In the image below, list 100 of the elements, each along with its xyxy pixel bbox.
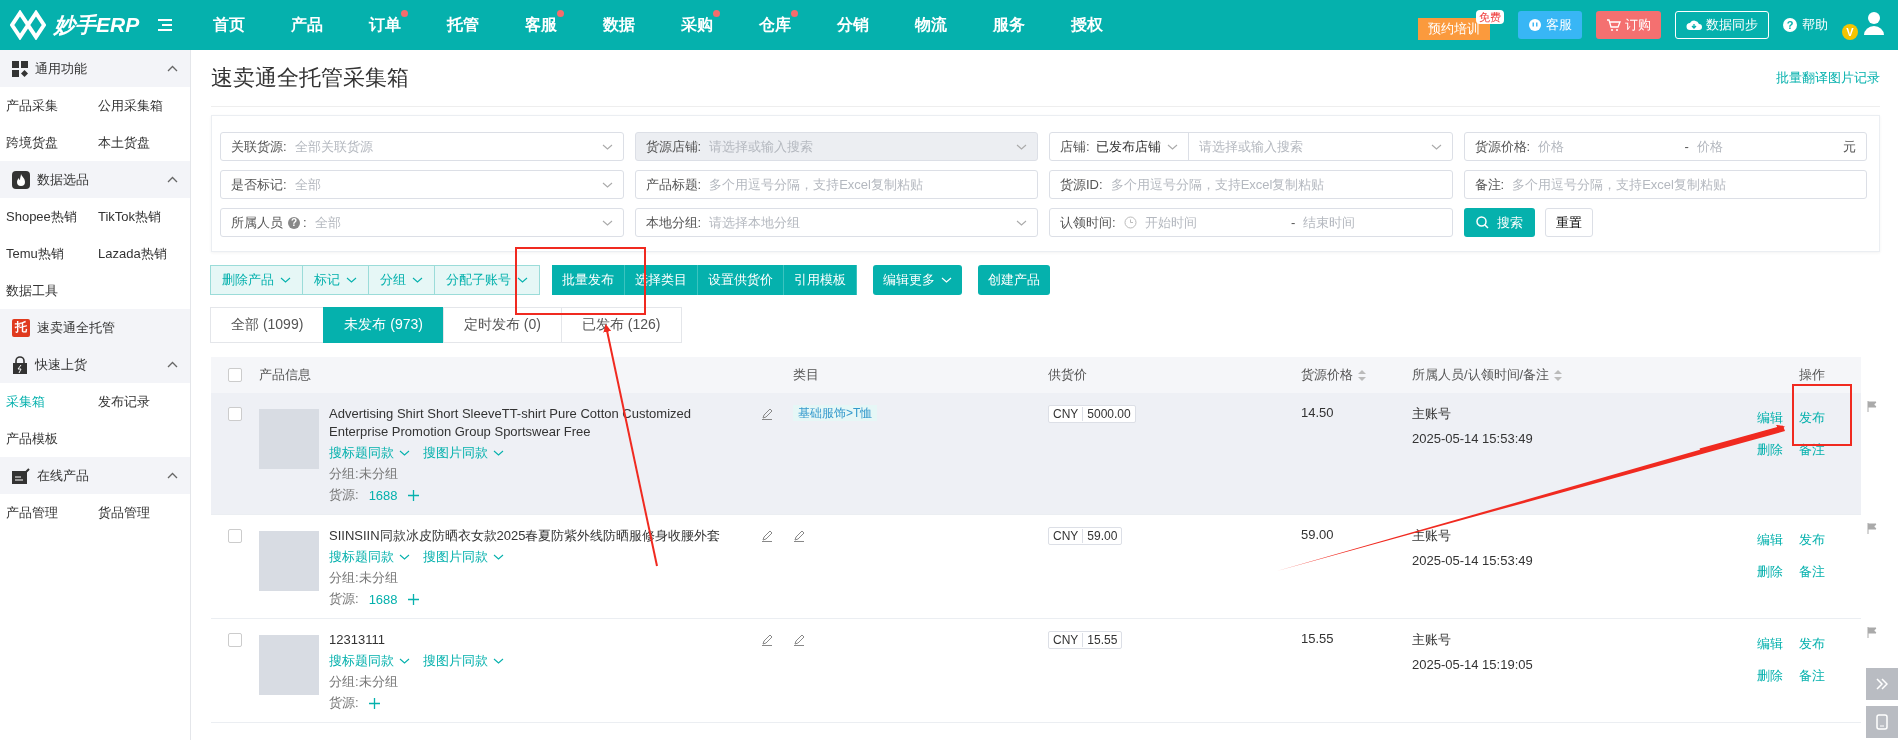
nav-link[interactable]: 采购	[658, 14, 736, 36]
sidebar-item[interactable]: 产品管理	[6, 494, 98, 531]
source-link[interactable]: 1688	[368, 487, 398, 503]
chevron-down-icon[interactable]	[493, 658, 504, 664]
nav-link[interactable]: 客服	[502, 14, 580, 36]
status-tab[interactable]: 定时发布 (0)	[442, 307, 562, 343]
input-field[interactable]: 产品标题: 多个用逗号分隔，支持Excel复制粘贴	[634, 170, 1038, 199]
reset-button[interactable]: 重置	[1544, 208, 1593, 237]
search-same-title-link[interactable]: 搜标题同款	[329, 652, 394, 670]
row-action-link[interactable]: 发布	[1799, 635, 1833, 653]
sidebar-section-header[interactable]: 数据选品	[0, 161, 190, 198]
nav-link[interactable]: 仓库	[736, 14, 814, 36]
avatar-icon[interactable]	[1862, 10, 1886, 36]
select-field[interactable]: 关联货源: 全部关联货源	[220, 132, 624, 161]
chevron-down-icon[interactable]	[399, 450, 410, 456]
nav-link[interactable]: 托管	[424, 14, 502, 36]
nav-link[interactable]: 物流	[892, 14, 970, 36]
translation-record-link[interactable]: 批量翻译图片记录	[1776, 69, 1880, 87]
status-tab[interactable]: 未发布 (973)	[323, 307, 444, 343]
sidebar-section-header[interactable]: 在线产品	[0, 457, 190, 494]
sort-icon[interactable]	[1554, 369, 1563, 381]
row-checkbox[interactable]	[228, 633, 242, 647]
row-action-link[interactable]: 编辑	[1757, 635, 1799, 653]
sidebar-item[interactable]: 跨境货盘	[6, 124, 98, 161]
flag-icon[interactable]	[1867, 523, 1877, 534]
chevron-down-icon[interactable]	[346, 277, 357, 283]
search-same-image-link[interactable]: 搜图片同款	[423, 652, 488, 670]
sidebar-item[interactable]: 公用采集箱	[98, 87, 196, 124]
edit-icon[interactable]	[761, 634, 773, 646]
select-field[interactable]: 是否标记: 全部	[220, 170, 624, 199]
sidebar-item[interactable]: Shopee热销	[6, 198, 98, 235]
date-range-field[interactable]: 认领时间: 开始时间 - 结束时间	[1049, 208, 1453, 237]
status-tab[interactable]: 全部 (1099)	[210, 307, 325, 343]
chevron-down-icon[interactable]	[412, 277, 423, 283]
sidebar-item[interactable]: 产品模板	[6, 420, 98, 457]
chevron-up-icon[interactable]	[167, 472, 178, 479]
row-action-link[interactable]: 删除	[1757, 563, 1799, 581]
flag-icon[interactable]	[1867, 627, 1877, 638]
row-action-link[interactable]: 编辑	[1757, 409, 1799, 427]
search-same-title-link[interactable]: 搜标题同款	[329, 548, 394, 566]
row-action-link[interactable]: 备注	[1799, 563, 1833, 581]
sidebar-item[interactable]: 货品管理	[98, 494, 196, 531]
toolbar-button[interactable]: 引用模板	[784, 265, 857, 295]
row-checkbox[interactable]	[228, 529, 242, 543]
sort-icon[interactable]	[1358, 369, 1366, 381]
add-icon[interactable]	[368, 697, 380, 709]
nav-link[interactable]: 服务	[970, 14, 1048, 36]
dropdown-button[interactable]: 分组	[368, 265, 435, 295]
flag-icon[interactable]	[1867, 401, 1877, 412]
supply-price-field[interactable]: CNY 59.00	[1048, 527, 1123, 545]
chevron-up-icon[interactable]	[167, 65, 178, 72]
dropdown-button[interactable]: 删除产品	[210, 265, 303, 295]
sidebar-item[interactable]: Lazada热销	[98, 235, 196, 272]
dropdown-button[interactable]: 标记	[302, 265, 369, 295]
search-button[interactable]: 搜索	[1463, 208, 1535, 237]
edit-icon[interactable]	[793, 634, 805, 646]
chevron-down-icon[interactable]	[280, 277, 291, 283]
chevron-up-icon[interactable]	[167, 361, 178, 368]
row-action-link[interactable]: 编辑	[1757, 531, 1799, 549]
row-action-link[interactable]: 发布	[1799, 409, 1833, 427]
row-action-link[interactable]: 发布	[1799, 531, 1833, 549]
source-link[interactable]: 1688	[368, 591, 398, 607]
sidebar-item[interactable]: 发布记录	[98, 383, 196, 420]
edit-icon[interactable]	[761, 408, 773, 420]
nav-link[interactable]: 产品	[268, 14, 346, 36]
sidebar-item[interactable]: 本土货盘	[98, 124, 196, 161]
row-checkbox[interactable]	[228, 407, 242, 421]
sidebar-item[interactable]: 产品采集	[6, 87, 98, 124]
nav-link[interactable]: 首页	[190, 14, 268, 36]
row-action-link[interactable]: 删除	[1757, 441, 1799, 459]
sidebar-item[interactable]: Temu热销	[6, 235, 98, 272]
add-icon[interactable]	[407, 489, 419, 501]
select-all-checkbox[interactable]	[228, 368, 242, 382]
edit-icon[interactable]	[761, 530, 773, 542]
supply-price-field[interactable]: CNY 15.55	[1048, 631, 1123, 649]
sidebar-section-header[interactable]: 托 速卖通全托管	[0, 309, 190, 346]
chevron-down-icon[interactable]	[399, 554, 410, 560]
supply-price-field[interactable]: CNY 5000.00	[1048, 405, 1136, 423]
sync-button[interactable]: 数据同步	[1675, 11, 1769, 39]
edit-icon[interactable]	[793, 530, 805, 542]
sidebar-section-header[interactable]: 通用功能	[0, 50, 190, 87]
toolbar-button[interactable]: 批量发布	[552, 265, 625, 295]
mobile-button[interactable]	[1866, 706, 1898, 738]
expand-button[interactable]	[1866, 668, 1898, 700]
nav-link[interactable]: 订单	[346, 14, 424, 36]
chevron-up-icon[interactable]	[167, 176, 178, 183]
select-field[interactable]: 本地分组: 请选择本地分组	[634, 208, 1038, 237]
chevron-down-icon[interactable]	[601, 181, 613, 188]
input-field[interactable]: 货源ID: 多个用逗号分隔，支持Excel复制粘贴	[1049, 170, 1453, 199]
row-action-link[interactable]: 删除	[1757, 667, 1799, 685]
chevron-down-icon[interactable]	[399, 658, 410, 664]
select-field[interactable]: 所属人员 ? : 全部	[220, 208, 624, 237]
menu-icon[interactable]	[157, 18, 174, 32]
chevron-down-icon[interactable]	[601, 143, 613, 150]
chevron-down-icon[interactable]	[1016, 219, 1027, 226]
chevron-down-icon[interactable]	[601, 219, 613, 226]
search-same-image-link[interactable]: 搜图片同款	[423, 444, 488, 462]
nav-link[interactable]: 分销	[814, 14, 892, 36]
edit-more-button[interactable]: 编辑更多	[873, 265, 962, 295]
input-field[interactable]: 备注: 多个用逗号分隔，支持Excel复制粘贴	[1463, 170, 1867, 199]
